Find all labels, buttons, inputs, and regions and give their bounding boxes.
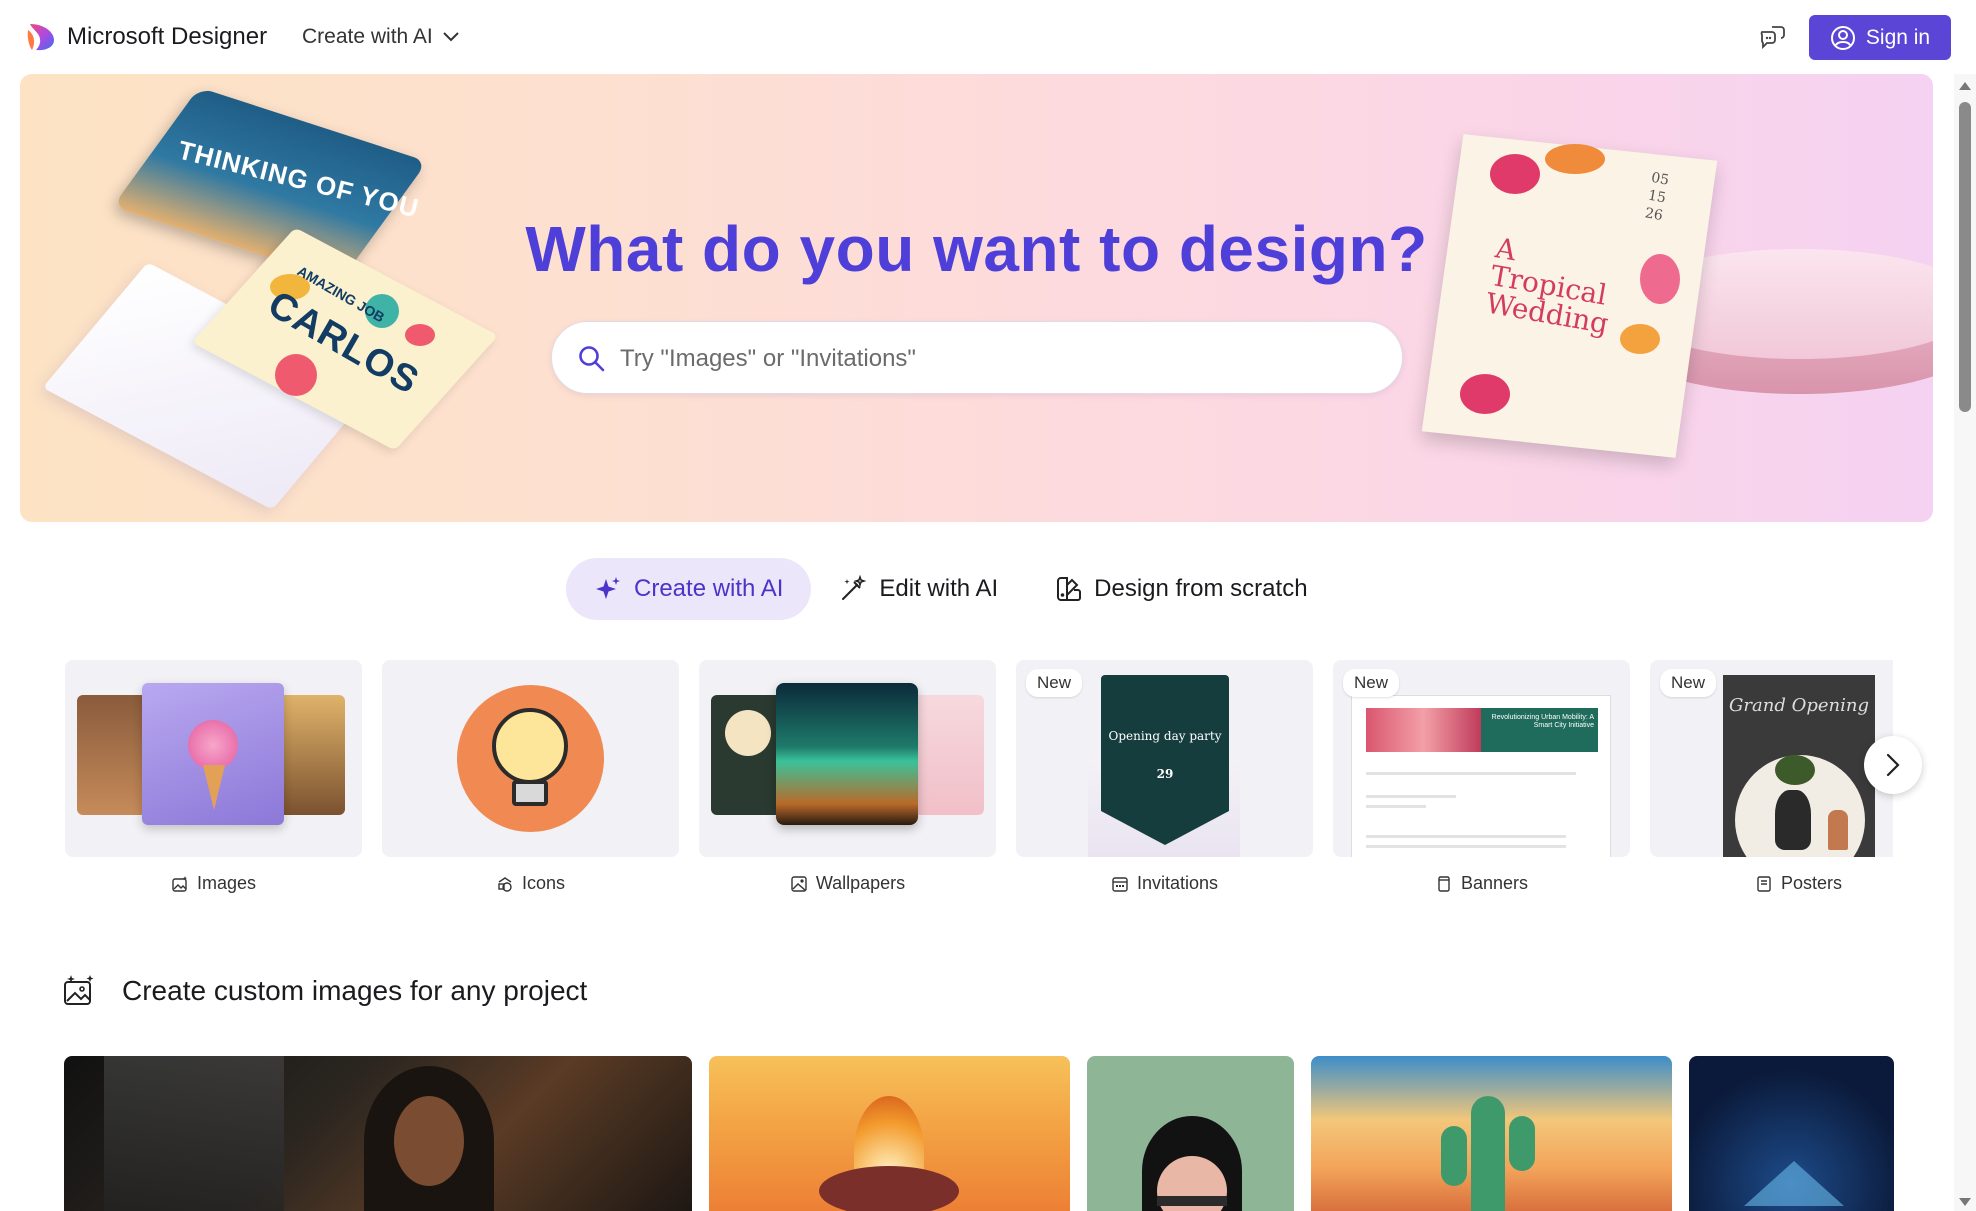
app-root: Microsoft Designer Create with AI Sign i… — [0, 0, 1976, 1211]
category-label: Posters — [1780, 873, 1843, 893]
category-label: Banners — [1460, 873, 1529, 893]
tab-create-with-ai[interactable]: Create with AI — [566, 558, 812, 620]
category-thumbnail — [699, 660, 996, 857]
search-icon — [579, 346, 605, 372]
invitation-thumb-text: Opening day party — [1108, 729, 1222, 743]
image-sparkle-icon — [64, 975, 94, 1005]
new-badge: New — [1026, 669, 1083, 697]
category-label-row: Images — [65, 873, 362, 894]
category-thumbnail — [65, 660, 362, 857]
poster-thumb-text: Grand Opening — [1729, 695, 1869, 716]
card-dot — [275, 354, 317, 396]
tab-edit-with-ai[interactable]: Edit with AI — [811, 558, 1026, 620]
new-badge: New — [1660, 669, 1717, 697]
tab-label: Create with AI — [634, 575, 784, 602]
sparkle-icon — [596, 577, 620, 599]
section-title: Create custom images for any project — [122, 975, 588, 1006]
image-sparkle-icon — [172, 875, 188, 892]
category-label: Wallpapers — [815, 873, 906, 893]
top-header: Microsoft Designer Create with AI Sign i… — [0, 0, 1976, 74]
wallpaper-icon — [791, 875, 807, 892]
category-label: Images — [196, 873, 257, 893]
design-scratch-icon — [1057, 577, 1082, 601]
category-label-row: Invitations — [1016, 873, 1313, 894]
designer-logo-icon[interactable] — [26, 22, 56, 52]
brand-name[interactable]: Microsoft Designer — [67, 23, 267, 51]
scroll-down-arrow-icon[interactable] — [1959, 1198, 1971, 1206]
card-dot — [405, 324, 435, 346]
banner-thumb-text: Revolutionizing Urban Mobility: A Smart … — [1491, 714, 1594, 730]
poster-icon — [1757, 875, 1771, 892]
search-box[interactable] — [551, 321, 1403, 394]
new-badge: New — [1343, 669, 1400, 697]
scroll-up-arrow-icon[interactable] — [1959, 82, 1971, 90]
sign-in-label: Sign in — [1865, 25, 1931, 49]
category-thumbnail: Opening day party 29 New — [1016, 660, 1313, 857]
user-circle-icon — [1830, 25, 1855, 50]
section-header: Create custom images for any project — [62, 974, 587, 1008]
magic-wand-icon — [842, 575, 867, 600]
category-thumbnail — [382, 660, 679, 857]
hero-banner: THINKING OF YOU CARLOS AMAZING JOB What … — [20, 74, 1933, 522]
category-images[interactable]: Images — [65, 660, 362, 894]
scrollbar-thumb[interactable] — [1959, 102, 1971, 412]
category-thumbnail: Revolutionizing Urban Mobility: A Smart … — [1333, 660, 1630, 857]
gallery-image-cactus[interactable] — [1311, 1056, 1672, 1211]
category-label-row: Icons — [382, 873, 679, 894]
feedback-icon[interactable] — [1756, 22, 1788, 54]
flower-decoration — [1490, 154, 1540, 194]
category-label: Icons — [521, 873, 566, 893]
category-invitations[interactable]: Opening day party 29 New Invitations — [1016, 660, 1313, 894]
category-label: Invitations — [1136, 873, 1219, 893]
carousel-next-button[interactable] — [1864, 736, 1922, 794]
banner-icon — [1438, 875, 1450, 892]
create-menu-label: Create with AI — [302, 25, 433, 48]
gallery-image-fire-grill[interactable] — [709, 1056, 1070, 1211]
category-thumbnail: Grand Opening New — [1650, 660, 1893, 857]
category-carousel: Images Icons Wallpapers Opening day part… — [65, 660, 1893, 910]
page-scrollbar[interactable] — [1954, 74, 1976, 1211]
tab-label: Design from scratch — [1094, 575, 1308, 602]
category-posters[interactable]: Grand Opening New Posters — [1650, 660, 1893, 894]
invitation-thumb-number: 29 — [1156, 767, 1174, 781]
category-banners[interactable]: Revolutionizing Urban Mobility: A Smart … — [1333, 660, 1630, 894]
image-gallery — [64, 1056, 1894, 1211]
flower-decoration — [1545, 144, 1605, 174]
icon-shapes-icon — [498, 876, 512, 892]
sign-in-button[interactable]: Sign in — [1809, 15, 1951, 60]
chevron-right-icon — [1886, 753, 1900, 777]
category-label-row: Banners — [1333, 873, 1630, 894]
mode-tabs: Create with AI Edit with AI Design from … — [566, 558, 1336, 620]
category-label-row: Wallpapers — [699, 873, 996, 894]
create-with-ai-menu[interactable]: Create with AI — [302, 25, 459, 49]
gallery-image-reading-woman[interactable] — [64, 1056, 692, 1211]
category-label-row: Posters — [1650, 873, 1893, 894]
calendar-icon — [1112, 876, 1128, 892]
chevron-down-icon — [443, 32, 459, 42]
gallery-image-portrait[interactable] — [1087, 1056, 1294, 1211]
tab-design-from-scratch[interactable]: Design from scratch — [1026, 558, 1335, 620]
flower-decoration — [1460, 374, 1510, 414]
category-icons[interactable]: Icons — [382, 660, 679, 894]
tab-label: Edit with AI — [879, 575, 999, 602]
flower-decoration — [1620, 324, 1660, 354]
category-wallpapers[interactable]: Wallpapers — [699, 660, 996, 894]
gallery-image-neon-house[interactable] — [1689, 1056, 1894, 1211]
flower-decoration — [1640, 254, 1680, 304]
search-input[interactable] — [620, 332, 1380, 385]
